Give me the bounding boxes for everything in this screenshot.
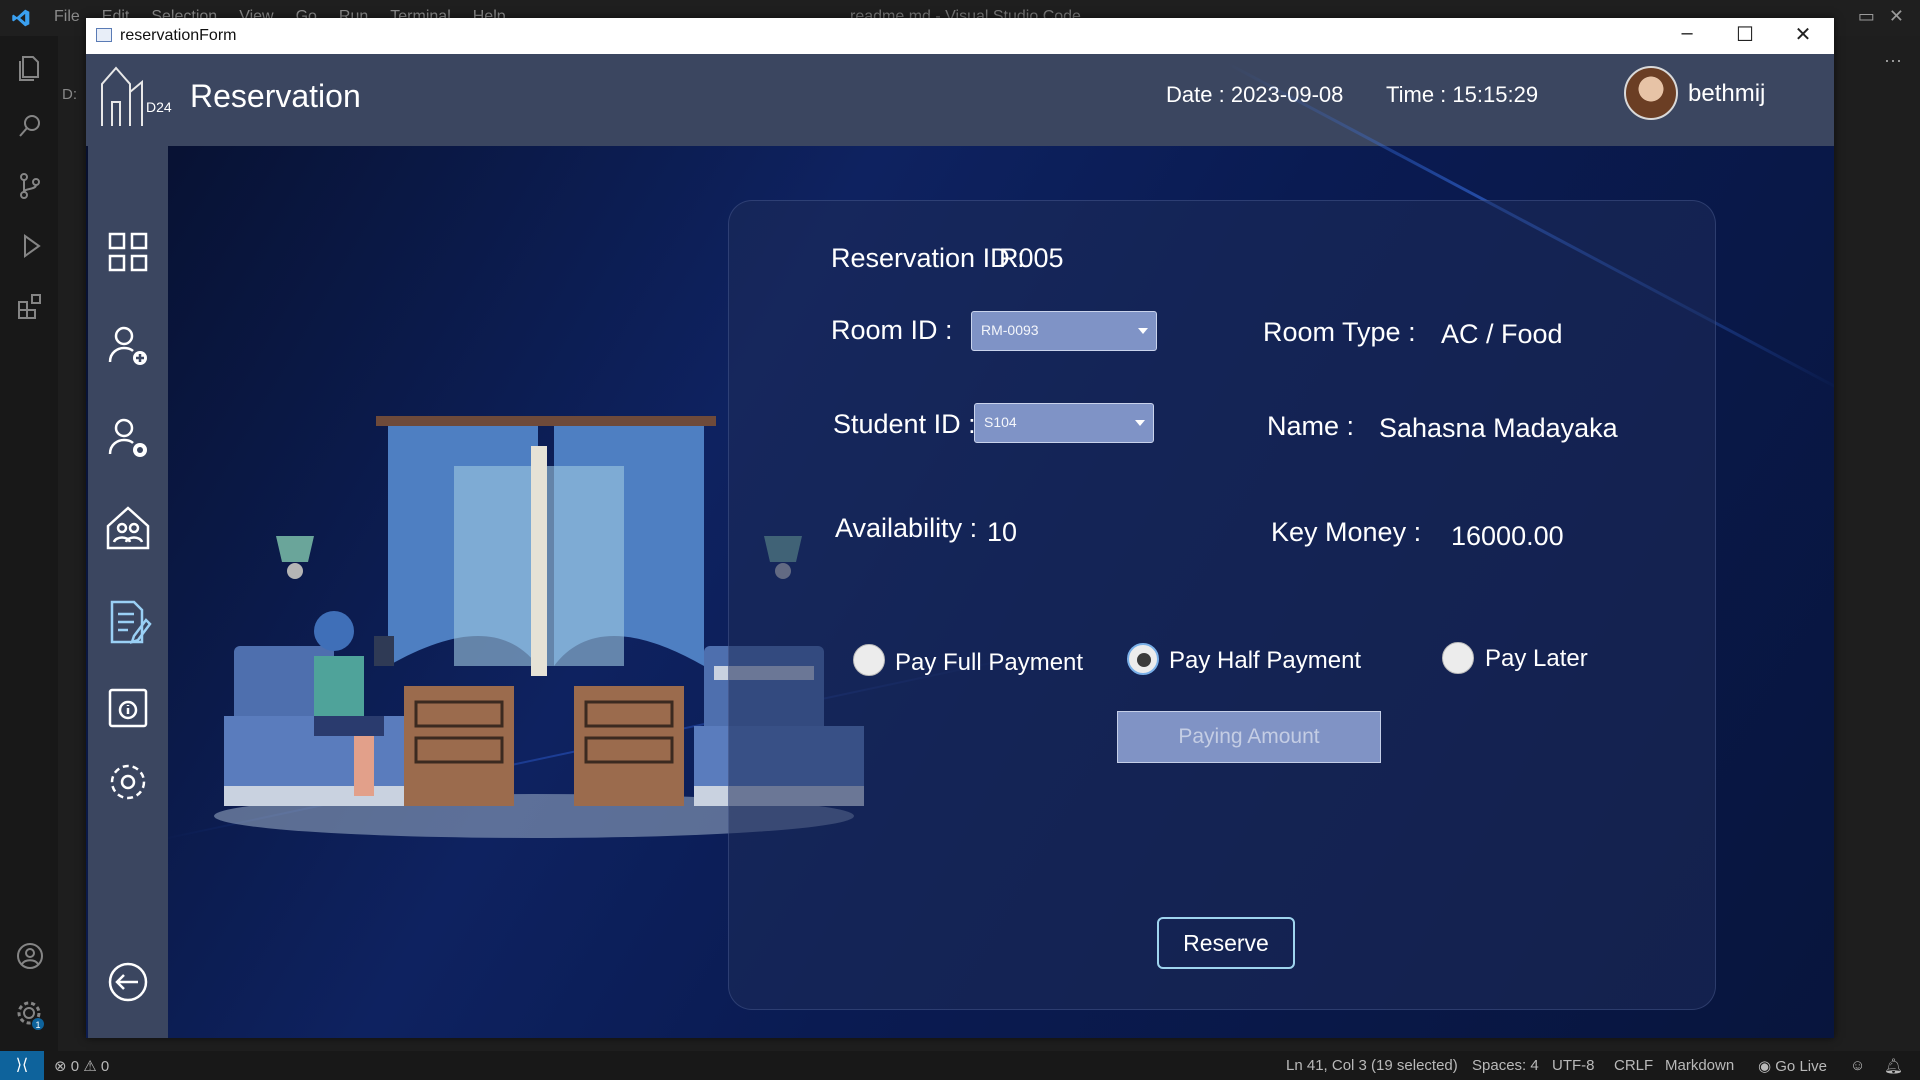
pay-full-radio[interactable] [853, 644, 885, 676]
run-debug-icon[interactable] [14, 230, 46, 262]
chevron-down-icon [1138, 328, 1148, 334]
source-control-icon[interactable] [14, 170, 46, 202]
account-icon[interactable] [14, 940, 46, 972]
app-header: D24 Reservation Date : 2023-09-08 Time :… [86, 54, 1834, 146]
settings-icon[interactable] [104, 758, 152, 806]
add-student-icon[interactable] [104, 322, 152, 370]
search-icon[interactable] [14, 110, 46, 142]
manage-gear-icon[interactable]: 1 [14, 998, 46, 1030]
dashboard-icon[interactable] [104, 228, 152, 276]
hostel-logo-icon: D24 [101, 66, 172, 126]
room-type-label: Room Type : [1263, 317, 1416, 347]
username: bethmij [1688, 80, 1766, 107]
pay-later-label: Pay Later [1485, 645, 1588, 672]
reservation-form-card: Reservation ID : R005 Room ID : RM-0093 … [728, 200, 1716, 1010]
feedback-icon[interactable]: ☺ [1850, 1057, 1865, 1074]
extensions-icon[interactable] [14, 290, 46, 322]
more-actions-icon[interactable]: ··· [1884, 50, 1902, 71]
close-icon[interactable]: ✕ [1889, 6, 1904, 27]
vscode-editor-edge: ··· [1834, 36, 1920, 1051]
key-money-label: Key Money : [1271, 517, 1422, 547]
window-title: reservationForm [120, 27, 237, 44]
sidebar [88, 146, 168, 1038]
pay-full-label: Pay Full Payment [895, 649, 1084, 676]
status-golive[interactable]: ◉ Go Live [1758, 1057, 1827, 1075]
name-value: Sahasna Madayaka [1379, 413, 1618, 443]
rooms-icon[interactable] [104, 504, 152, 552]
chevron-down-icon [1135, 420, 1145, 426]
vscode-editor-gutter: D: [58, 36, 86, 1051]
status-eol[interactable]: CRLF [1614, 1057, 1653, 1074]
warning-count: 0 [100, 1058, 110, 1075]
vscode-status-bar: ⟩⟨ ⊗ 0 ⚠ 0 Ln 41, Col 3 (19 selected) Sp… [0, 1051, 1920, 1080]
header-date: Date : 2023-09-08 [1166, 82, 1343, 108]
pay-later-radio[interactable] [1442, 642, 1474, 674]
window-app-icon [96, 28, 112, 42]
room-type-value: AC / Food [1441, 319, 1563, 349]
vscode-window-controls: ▭ ✕ [1858, 6, 1904, 27]
time-label: Time : [1386, 82, 1447, 107]
maximize-button[interactable]: ☐ [1722, 22, 1768, 47]
student-id-select[interactable]: S104 [974, 403, 1154, 443]
time-value: 15:15:29 [1452, 82, 1539, 107]
paying-amount-input[interactable]: Paying Amount [1117, 711, 1381, 763]
explorer-icon[interactable] [14, 52, 46, 84]
window-titlebar: reservationForm – ☐ ✕ [86, 18, 1834, 54]
vscode-logo-icon [12, 9, 30, 27]
layout-icon[interactable]: ▭ [1858, 6, 1875, 27]
student-id-label: Student ID : [833, 409, 976, 439]
key-money-value: 16000.00 [1451, 521, 1564, 551]
student-id-selected: S104 [984, 414, 1017, 430]
vscode-activity-bar: 1 [0, 36, 58, 1051]
name-label: Name : [1267, 411, 1355, 441]
reservation-icon[interactable] [104, 598, 152, 646]
menu-file[interactable]: File [54, 8, 80, 26]
reservation-id-value: R005 [999, 243, 1064, 273]
room-id-label: Room ID : [831, 315, 953, 345]
logo-text: D24 [146, 99, 172, 115]
header-time: Time : 15:15:29 [1386, 82, 1538, 108]
availability-label: Availability : [835, 513, 978, 543]
date-label: Date : [1166, 82, 1225, 107]
error-count: 0 [70, 1058, 80, 1075]
status-language[interactable]: Markdown [1665, 1057, 1734, 1074]
status-indentation[interactable]: Spaces: 4 [1472, 1057, 1539, 1074]
page-title: Reservation [190, 78, 361, 114]
availability-value: 10 [987, 517, 1018, 547]
minimize-button[interactable]: – [1664, 22, 1710, 45]
reservation-id-label: Reservation ID : [831, 243, 1025, 273]
pay-half-radio[interactable] [1127, 643, 1159, 675]
room-id-selected: RM-0093 [981, 322, 1039, 338]
info-icon[interactable] [104, 684, 152, 732]
logout-icon[interactable] [104, 958, 152, 1006]
status-problems[interactable]: ⊗ 0 ⚠ 0 [54, 1057, 109, 1075]
notifications-icon[interactable]: 🔔︎ [1884, 1057, 1903, 1075]
status-encoding[interactable]: UTF-8 [1552, 1057, 1595, 1074]
main-content: Reservation ID : R005 Room ID : RM-0093 … [86, 61, 1834, 1038]
room-id-select[interactable]: RM-0093 [971, 311, 1157, 351]
manage-student-icon[interactable] [104, 414, 152, 462]
reservation-window: reservationForm – ☐ ✕ D24 Reservation Da… [86, 18, 1834, 1038]
pay-half-label: Pay Half Payment [1169, 647, 1362, 674]
status-cursor-position[interactable]: Ln 41, Col 3 (19 selected) [1286, 1057, 1458, 1074]
remote-indicator-icon[interactable]: ⟩⟨ [0, 1051, 44, 1080]
reserve-button[interactable]: Reserve [1157, 917, 1295, 969]
avatar[interactable] [1624, 66, 1678, 120]
close-button[interactable]: ✕ [1780, 22, 1826, 47]
settings-badge: 1 [35, 1020, 40, 1030]
golive-label: Go Live [1775, 1058, 1827, 1075]
path-fragment: D: [62, 86, 77, 103]
